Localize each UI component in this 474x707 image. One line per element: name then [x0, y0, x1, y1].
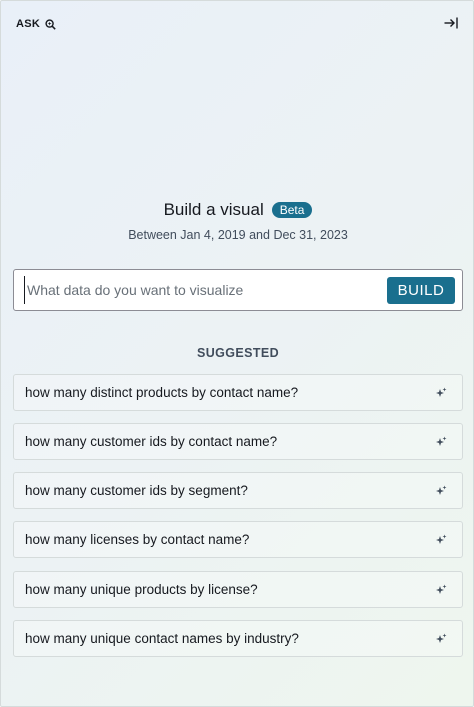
suggestion-item[interactable]: how many customer ids by contact name?	[13, 423, 463, 460]
suggestion-item[interactable]: how many distinct products by contact na…	[13, 374, 463, 411]
suggestion-text: how many customer ids by segment?	[25, 483, 248, 498]
ask-search-icon	[45, 18, 56, 30]
suggestion-item[interactable]: how many licenses by contact name?	[13, 521, 463, 558]
panel-header: ASK	[16, 17, 56, 31]
build-visual-heading: Build a visual Beta	[1, 200, 474, 220]
date-range-text: Between Jan 4, 2019 and Dec 31, 2023	[128, 228, 348, 242]
suggestion-item[interactable]: how many unique products by license?	[13, 571, 463, 608]
collapse-panel-button[interactable]	[443, 15, 459, 31]
sparkle-icon	[436, 485, 447, 495]
panel-title: ASK	[16, 18, 41, 30]
question-search-box: BUILD	[13, 269, 463, 311]
sparkle-icon	[436, 436, 447, 446]
question-input[interactable]	[24, 276, 384, 304]
suggested-heading: SUGGESTED	[196, 346, 280, 360]
suggestion-text: how many licenses by contact name?	[25, 532, 250, 547]
collapse-right-icon	[444, 17, 458, 29]
beta-badge: Beta	[271, 202, 313, 218]
suggestion-item[interactable]: how many customer ids by segment?	[13, 472, 463, 509]
suggestion-text: how many distinct products by contact na…	[25, 385, 299, 400]
sparkle-icon	[436, 584, 447, 594]
suggestion-text: how many unique contact names by industr…	[25, 631, 299, 646]
page-title: Build a visual	[163, 200, 264, 219]
sparkle-icon	[436, 387, 447, 397]
suggestion-item[interactable]: how many unique contact names by industr…	[13, 620, 463, 657]
suggestion-text: how many unique products by license?	[25, 582, 258, 597]
sparkle-icon	[436, 534, 447, 544]
sparkle-icon	[436, 633, 447, 643]
suggestion-text: how many customer ids by contact name?	[25, 434, 278, 449]
build-button[interactable]: BUILD	[387, 277, 455, 304]
ask-panel: ASK Build a visual Beta Between Jan 4, 2…	[0, 0, 474, 707]
